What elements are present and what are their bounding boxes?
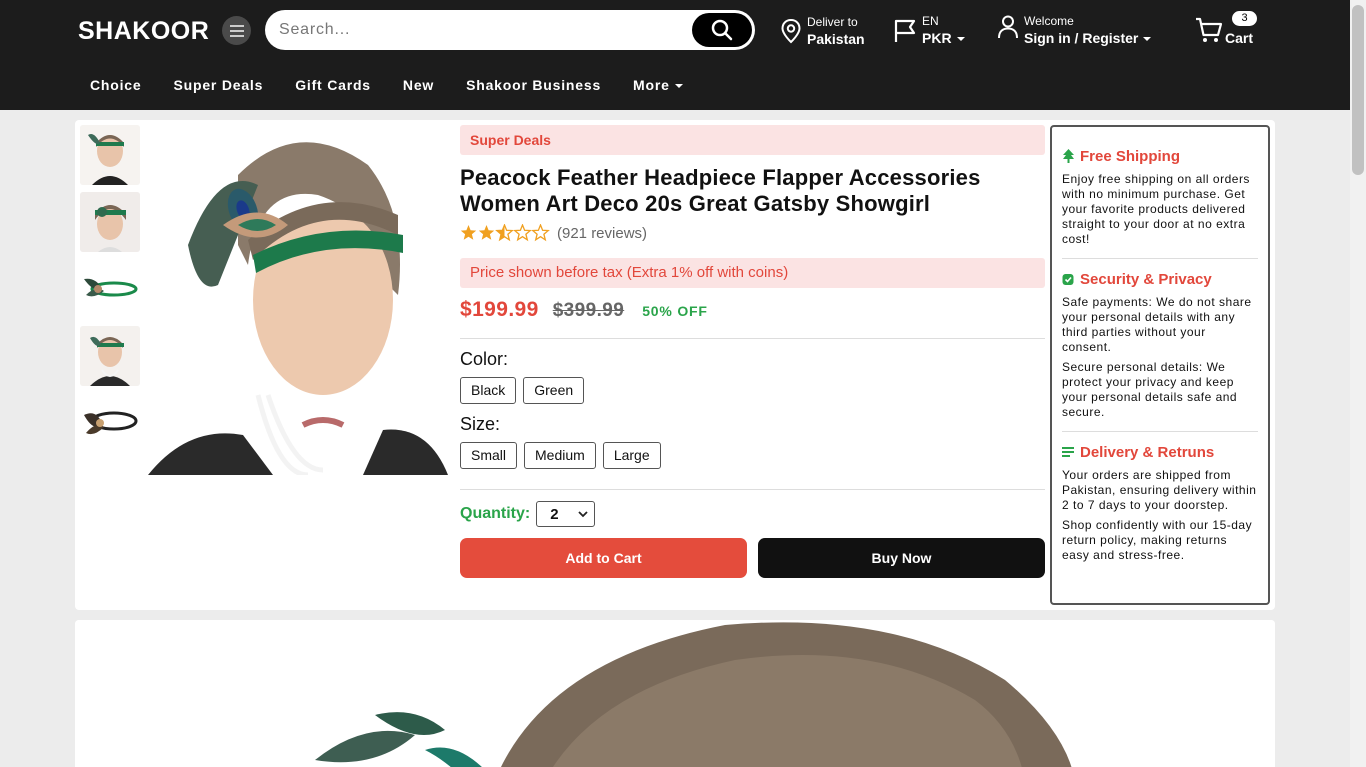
discount-badge: 50% OFF <box>642 303 708 319</box>
security-title: Security & Privacy <box>1080 270 1212 288</box>
thumbnail-model-side[interactable] <box>80 192 140 252</box>
user-icon <box>998 15 1018 39</box>
welcome-label: Welcome <box>1024 14 1074 28</box>
search-input[interactable] <box>279 18 679 42</box>
size-option-medium[interactable]: Medium <box>524 442 596 469</box>
search-icon <box>711 19 733 41</box>
price-row: $199.99 $399.99 50% OFF <box>460 298 1045 330</box>
hamburger-icon <box>229 24 244 37</box>
size-options: Small Medium Large <box>460 442 1045 469</box>
add-to-cart-button[interactable]: Add to Cart <box>460 538 747 578</box>
sign-in-link[interactable]: Sign in / Register <box>1024 30 1138 46</box>
quantity-row: Quantity: 2 <box>460 501 1045 527</box>
shield-icon <box>1062 273 1074 285</box>
deal-tag: Super Deals <box>460 125 1045 155</box>
product-card: Super Deals Peacock Feather Headpiece Fl… <box>75 120 1275 610</box>
deliver-label: Deliver to <box>807 15 858 29</box>
divider <box>460 338 1045 339</box>
product-info: Super Deals Peacock Feather Headpiece Fl… <box>460 125 1045 578</box>
scrollbar-thumb[interactable] <box>1352 5 1364 175</box>
star-half-icon <box>495 224 514 242</box>
thumbnail-model-front[interactable] <box>80 125 140 185</box>
free-shipping-section: Free Shipping Enjoy free shipping on all… <box>1062 147 1258 259</box>
cart-icon <box>1196 17 1223 42</box>
tree-icon <box>1063 149 1074 163</box>
color-option-green[interactable]: Green <box>523 377 585 404</box>
site-header: SHAKOOR Deliver to Pakistan EN PKR Welco… <box>0 0 1350 110</box>
search-bar <box>265 10 755 50</box>
nav-more-label: More <box>633 77 670 93</box>
star-icon <box>460 225 477 240</box>
rating-stars <box>460 224 550 242</box>
size-option-large[interactable]: Large <box>602 442 661 469</box>
quantity-select[interactable]: 2 <box>536 501 596 527</box>
language-label: EN <box>922 14 939 28</box>
size-label: Size: <box>460 414 501 434</box>
cart-count-badge: 3 <box>1232 11 1257 26</box>
nav-choice[interactable]: Choice <box>90 77 141 93</box>
location-pin-icon <box>781 18 801 44</box>
delivery-text-returns: Shop confidently with our 15-day return … <box>1062 518 1253 562</box>
size-option-small[interactable]: Small <box>460 442 518 469</box>
cart-label: Cart <box>1225 30 1254 46</box>
nav-new[interactable]: New <box>403 77 434 93</box>
security-text-details: Secure personal details: We protect your… <box>1062 360 1238 419</box>
main-nav: Choice Super Deals Gift Cards New Shakoo… <box>90 77 715 93</box>
currency-label: PKR <box>922 30 952 46</box>
color-options: Black Green <box>460 377 1045 404</box>
free-shipping-text: Enjoy free shipping on all orders with n… <box>1062 172 1250 246</box>
star-icon <box>478 225 495 240</box>
security-section: Security & Privacy Safe payments: We do … <box>1062 270 1258 432</box>
product-main-image[interactable] <box>148 125 448 475</box>
divider <box>460 489 1045 490</box>
service-info-panel: Free Shipping Enjoy free shipping on all… <box>1050 125 1270 605</box>
chevron-down-icon <box>674 84 683 89</box>
delivery-text-shipping: Your orders are shipped from Pakistan, e… <box>1062 468 1257 512</box>
thumbnail-model-pearls[interactable] <box>80 326 140 386</box>
tax-note: Price shown before tax (Extra 1% off wit… <box>460 258 1045 288</box>
flag-icon <box>894 19 916 42</box>
deliver-country: Pakistan <box>807 31 865 47</box>
star-empty-icon <box>531 224 550 242</box>
large-product-image <box>75 620 1275 767</box>
nav-gift-cards[interactable]: Gift Cards <box>295 77 371 93</box>
delivery-section: Delivery & Retruns Your orders are shipp… <box>1062 443 1258 574</box>
product-rating: (921 reviews) <box>460 223 1045 243</box>
thumbnail-headband-black[interactable] <box>80 393 140 453</box>
menu-button[interactable] <box>222 16 251 45</box>
action-buttons: Add to Cart Buy Now <box>460 538 1045 578</box>
quantity-value: 2 <box>550 505 559 523</box>
free-shipping-title: Free Shipping <box>1080 147 1181 165</box>
site-logo[interactable]: SHAKOOR <box>78 17 209 46</box>
nav-more[interactable]: More <box>633 77 683 93</box>
quantity-label: Quantity: <box>460 505 531 522</box>
thumbnail-list <box>80 125 140 460</box>
product-title: Peacock Feather Headpiece Flapper Access… <box>460 165 981 216</box>
star-empty-icon <box>513 224 532 242</box>
color-option-black[interactable]: Black <box>460 377 517 404</box>
chevron-down-icon <box>956 37 965 42</box>
nav-super-deals[interactable]: Super Deals <box>173 77 263 93</box>
delivery-list-icon <box>1062 447 1074 457</box>
review-count[interactable]: (921 reviews) <box>557 225 647 242</box>
nav-shakoor-business[interactable]: Shakoor Business <box>466 77 601 93</box>
delivery-title: Delivery & Retruns <box>1080 443 1215 461</box>
buy-now-button[interactable]: Buy Now <box>758 538 1045 578</box>
chevron-down-icon <box>1143 37 1152 42</box>
current-price: $199.99 <box>460 298 539 321</box>
original-price: $399.99 <box>552 300 625 321</box>
product-gallery-large <box>75 620 1275 767</box>
search-button[interactable] <box>692 13 752 47</box>
security-text-payments: Safe payments: We do not share your pers… <box>1062 295 1252 354</box>
thumbnail-headband-green[interactable] <box>80 259 140 319</box>
chevron-down-icon <box>578 510 588 517</box>
color-label: Color: <box>460 349 509 369</box>
